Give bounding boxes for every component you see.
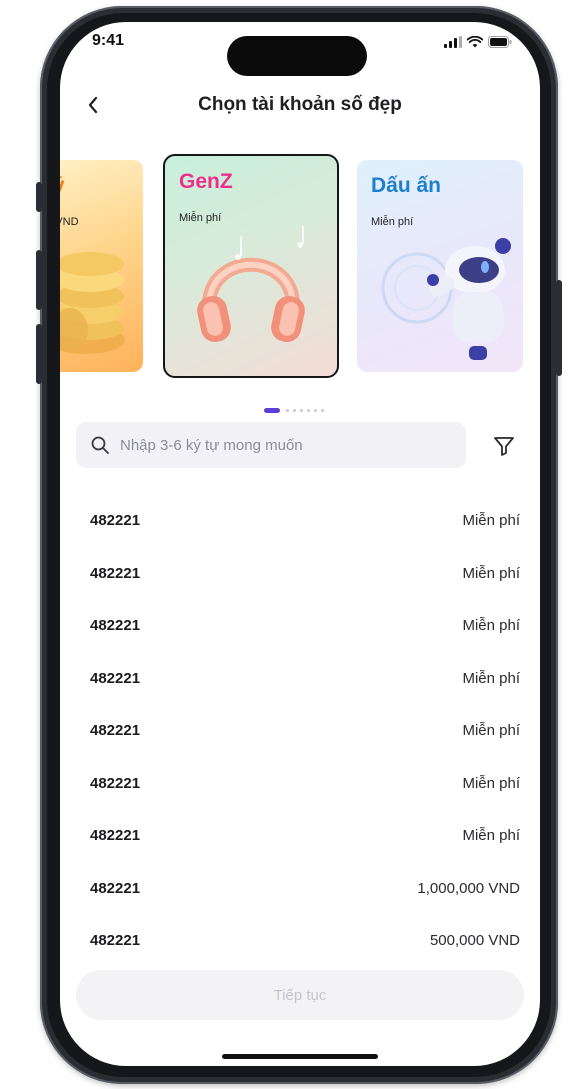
filter-button[interactable] <box>488 430 520 462</box>
volume-down-button <box>36 324 42 384</box>
page-dot <box>314 409 317 412</box>
continue-button[interactable]: Tiếp tục <box>76 970 524 1020</box>
account-number: 482221 <box>90 879 141 897</box>
account-number: 482221 <box>90 932 141 949</box>
account-row[interactable]: 482221 Miễn phí <box>76 549 524 602</box>
account-row[interactable]: 482221 Miễn phí <box>76 811 524 864</box>
account-number: 482221 <box>90 722 141 739</box>
page-dot <box>307 409 310 412</box>
theme-card-wealth[interactable]: uý 00 VND <box>60 160 143 372</box>
power-button <box>556 280 562 376</box>
theme-card-genz[interactable]: GenZ Miễn phí <box>163 154 339 378</box>
account-number: 482221 <box>90 512 141 529</box>
status-bar: 9:41 <box>60 22 540 76</box>
account-row[interactable]: 482221 Miễn phí <box>76 706 524 759</box>
account-price: 500,000 VND <box>429 932 520 949</box>
filter-icon <box>494 437 514 456</box>
page-dot <box>321 409 324 412</box>
headphones-illustration <box>197 226 305 343</box>
search-icon <box>91 436 109 454</box>
account-price: Miễn phí <box>462 774 520 792</box>
account-price: Miễn phí <box>462 564 520 582</box>
account-price: Miễn phí <box>462 512 520 529</box>
dynamic-island <box>227 36 367 76</box>
account-price: Miễn phí <box>462 617 520 634</box>
theme-card-dau-an[interactable]: Dấu ấn Miễn phí <box>357 160 523 372</box>
account-number: 482221 <box>90 564 141 582</box>
account-number: 482221 <box>90 617 141 634</box>
status-icons <box>444 36 512 48</box>
account-price: Miễn phí <box>462 827 520 844</box>
account-number: 482221 <box>90 669 141 687</box>
search-placeholder: Nhập 3-6 ký tự mong muốn <box>120 437 303 454</box>
signal-icon <box>444 36 462 48</box>
account-row[interactable]: 482221 500,000 VND <box>76 916 524 969</box>
page-title: Chọn tài khoản số đẹp <box>198 94 402 115</box>
gold-coins-illustration <box>60 252 125 354</box>
page-dot-active <box>264 408 280 413</box>
account-row[interactable]: 482221 1,000,000 VND <box>76 864 524 917</box>
page-dot <box>300 409 303 412</box>
account-row[interactable]: 482221 Miễn phí <box>76 759 524 812</box>
volume-up-button <box>36 250 42 310</box>
nav-bar: Chọn tài khoản số đẹp <box>60 86 540 126</box>
app-screen: 9:41 Chọn tài khoản số đẹp ND GenZ Miễn … <box>60 22 540 1066</box>
account-row[interactable]: 482221 Miễn phí <box>76 496 524 549</box>
page-dot <box>293 409 296 412</box>
home-indicator <box>222 1054 378 1059</box>
wifi-icon <box>467 36 483 48</box>
account-number: 482221 <box>90 827 141 844</box>
account-number-list: 482221 Miễn phí 482221 Miễn phí 482221 M… <box>76 496 524 969</box>
search-input[interactable]: Nhập 3-6 ký tự mong muốn <box>76 422 466 468</box>
page-dot <box>286 409 289 412</box>
account-number: 482221 <box>90 774 141 792</box>
mute-switch <box>36 182 42 212</box>
account-row[interactable]: 482221 Miễn phí <box>76 654 524 707</box>
account-row[interactable]: 482221 Miễn phí <box>76 601 524 654</box>
account-price: Miễn phí <box>462 669 520 687</box>
carousel-page-indicator <box>60 406 540 414</box>
robot-illustration <box>381 238 511 360</box>
status-time: 9:41 <box>92 32 125 49</box>
account-price: Miễn phí <box>462 722 520 739</box>
number-theme-carousel[interactable]: uý 00 VND GenZ Miễn phí <box>60 154 540 380</box>
battery-icon <box>488 36 512 48</box>
account-price: 1,000,000 VND <box>417 879 520 897</box>
